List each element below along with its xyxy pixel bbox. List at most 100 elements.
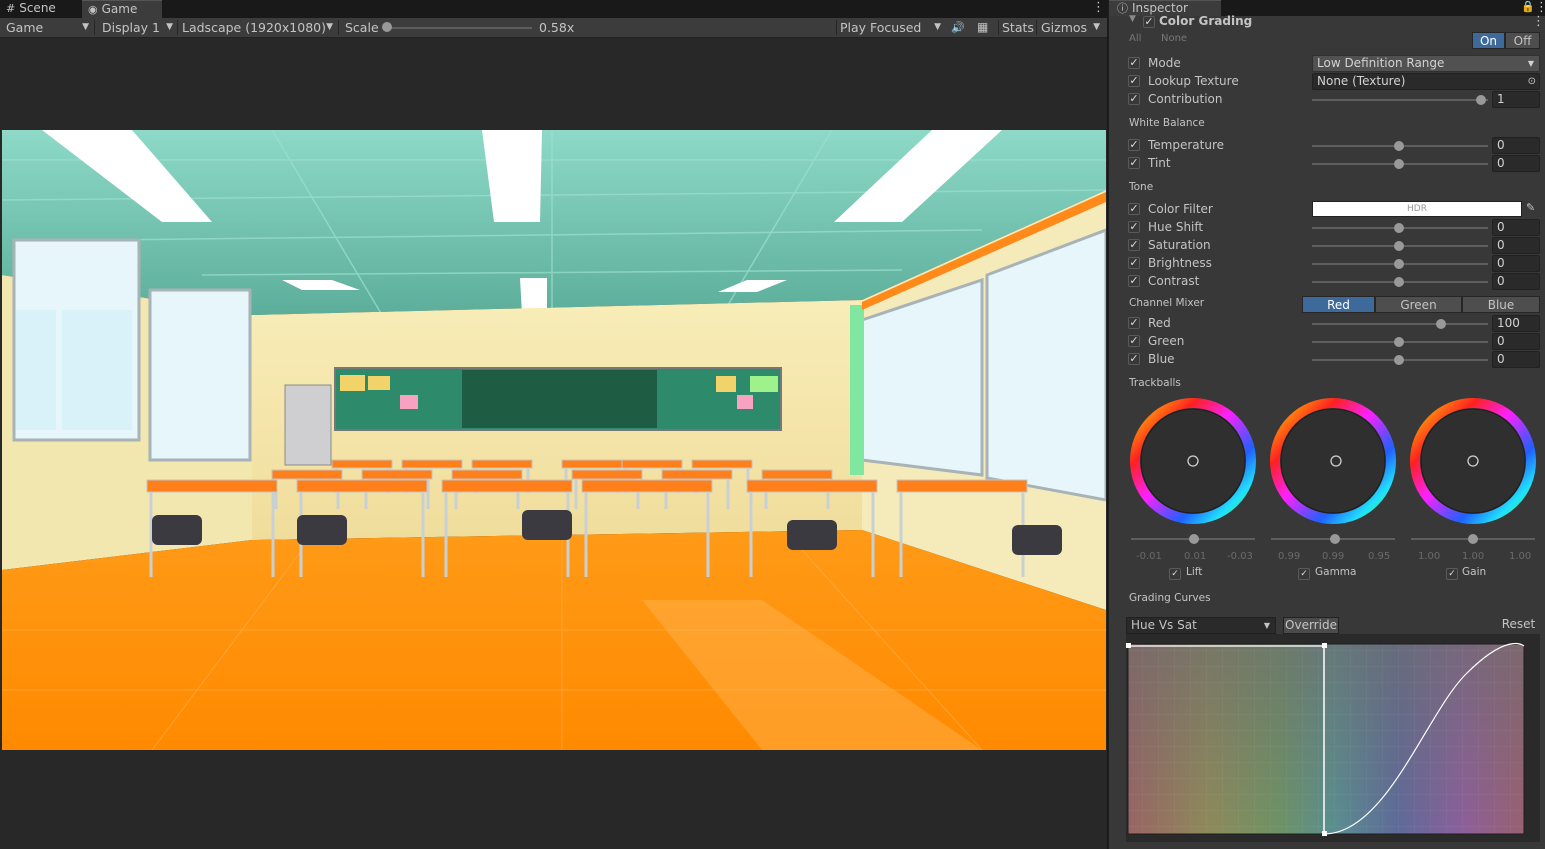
lookup-texture-label: Lookup Texture <box>1148 74 1239 88</box>
mixer-tab-green[interactable]: Green <box>1375 296 1462 313</box>
gamma-slider-handle[interactable] <box>1330 534 1340 544</box>
component-header[interactable]: ▼ ✓ Color Grading ⋮ <box>1109 14 1545 32</box>
display-dropdown[interactable]: Display 1 ▼ <box>102 18 176 37</box>
contrast-field[interactable]: 0 <box>1492 273 1540 290</box>
mixer-green-slider-handle[interactable] <box>1394 337 1404 347</box>
override-button[interactable]: Override <box>1283 617 1339 634</box>
lookup-texture-field[interactable]: None (Texture) ⊙ <box>1312 73 1540 90</box>
tint-slider-handle[interactable] <box>1394 159 1404 169</box>
mixer-red-label: Red <box>1148 316 1171 330</box>
dropdown-arrow-icon: ▼ <box>166 22 173 32</box>
temperature-override-checkbox[interactable]: ✓ <box>1128 139 1140 151</box>
temperature-slider-handle[interactable] <box>1394 141 1404 151</box>
mixer-red-field[interactable]: 100 <box>1492 315 1540 332</box>
eyedropper-icon[interactable]: ✎ <box>1526 201 1535 214</box>
off-button[interactable]: Off <box>1505 32 1540 49</box>
divider <box>1036 20 1037 35</box>
none-button[interactable]: None <box>1161 33 1187 44</box>
hue-shift-slider-handle[interactable] <box>1394 223 1404 233</box>
mode-row: ✓ Mode Low Definition Range ▼ <box>1109 54 1545 72</box>
mixer-tab-blue[interactable]: Blue <box>1462 296 1540 313</box>
mixer-blue-override-checkbox[interactable]: ✓ <box>1128 353 1140 365</box>
tint-override-checkbox[interactable]: ✓ <box>1128 157 1140 169</box>
mode-label: Mode <box>1148 56 1181 70</box>
gamma-trackball[interactable] <box>1267 395 1399 527</box>
mixer-red-override-checkbox[interactable]: ✓ <box>1128 317 1140 329</box>
tab-scene[interactable]: # Scene <box>0 0 80 18</box>
dropdown-arrow-icon: ▼ <box>82 22 89 32</box>
temperature-field[interactable]: 0 <box>1492 137 1540 154</box>
mixer-blue-row: ✓ Blue 0 <box>1109 350 1545 368</box>
color-filter-swatch[interactable]: HDR <box>1312 201 1522 217</box>
lift-value: -0.03 <box>1227 551 1253 562</box>
play-mode-dropdown[interactable]: Play Focused ▼ <box>840 18 944 37</box>
saturation-field[interactable]: 0 <box>1492 237 1540 254</box>
brightness-override-checkbox[interactable]: ✓ <box>1128 257 1140 269</box>
contribution-field[interactable]: 1 <box>1492 91 1540 108</box>
contribution-override-checkbox[interactable]: ✓ <box>1128 93 1140 105</box>
audio-mute-icon[interactable]: 🔊 <box>951 18 967 37</box>
lift-slider-handle[interactable] <box>1189 534 1199 544</box>
hue-shift-override-checkbox[interactable]: ✓ <box>1128 221 1140 233</box>
mixer-blue-field[interactable]: 0 <box>1492 351 1540 368</box>
gamma-value: 0.99 <box>1278 551 1301 562</box>
contribution-label: Contribution <box>1148 92 1223 106</box>
view-mode-dropdown[interactable]: Game ▼ <box>6 18 92 37</box>
channel-mixer-header: Channel Mixer <box>1129 297 1205 309</box>
brightness-field[interactable]: 0 <box>1492 255 1540 272</box>
component-enabled-checkbox[interactable]: ✓ <box>1143 16 1155 28</box>
stats-button[interactable]: Stats <box>1002 18 1034 37</box>
mixer-tab-red[interactable]: Red <box>1302 296 1375 313</box>
scale-slider-handle[interactable] <box>382 22 392 32</box>
component-menu-icon[interactable]: ⋮ <box>1532 14 1545 29</box>
mixer-red-slider-handle[interactable] <box>1436 319 1446 329</box>
gamma-override-checkbox[interactable]: ✓ <box>1298 568 1310 580</box>
more-menu-icon[interactable]: ⋮ <box>1092 0 1105 16</box>
lift-trackball[interactable] <box>1127 395 1259 527</box>
on-button[interactable]: On <box>1472 32 1505 49</box>
curve-select-dropdown[interactable]: Hue Vs Sat ▼ <box>1126 617 1276 634</box>
reset-curve-button[interactable]: Reset <box>1497 617 1540 634</box>
resolution-dropdown[interactable]: Ladscape (1920x1080) ▼ <box>182 18 336 37</box>
saturation-label: Saturation <box>1148 238 1211 252</box>
mixer-green-override-checkbox[interactable]: ✓ <box>1128 335 1140 347</box>
contrast-slider-handle[interactable] <box>1394 277 1404 287</box>
mixer-blue-slider-handle[interactable] <box>1394 355 1404 365</box>
lock-icon[interactable]: 🔒 <box>1521 0 1535 13</box>
gain-slider-handle[interactable] <box>1468 534 1478 544</box>
contribution-row: ✓ Contribution 1 <box>1109 90 1545 108</box>
keyboard-icon[interactable]: ▦ <box>977 18 993 37</box>
gain-label: Gain <box>1462 566 1487 578</box>
color-filter-override-checkbox[interactable]: ✓ <box>1128 203 1140 215</box>
game-viewport[interactable] <box>2 130 1106 750</box>
object-picker-icon[interactable]: ⊙ <box>1528 74 1536 89</box>
lift-value: -0.01 <box>1136 551 1162 562</box>
contribution-slider-handle[interactable] <box>1476 95 1486 105</box>
saturation-slider-handle[interactable] <box>1394 241 1404 251</box>
hue-shift-field[interactable]: 0 <box>1492 219 1540 236</box>
gizmos-dropdown[interactable]: Gizmos ▼ <box>1041 18 1103 37</box>
mixer-red-row: ✓ Red 100 <box>1109 314 1545 332</box>
gain-trackball[interactable] <box>1407 395 1539 527</box>
mixer-red-slider[interactable] <box>1312 323 1488 325</box>
lookup-override-checkbox[interactable]: ✓ <box>1128 75 1140 87</box>
mixer-green-field[interactable]: 0 <box>1492 333 1540 350</box>
lift-override-checkbox[interactable]: ✓ <box>1169 568 1181 580</box>
contrast-override-checkbox[interactable]: ✓ <box>1128 275 1140 287</box>
scale-label: Scale <box>345 20 379 35</box>
gain-value: 1.00 <box>1462 551 1485 562</box>
saturation-override-checkbox[interactable]: ✓ <box>1128 239 1140 251</box>
gain-override-checkbox[interactable]: ✓ <box>1446 568 1458 580</box>
foldout-arrow-icon[interactable]: ▼ <box>1129 14 1136 24</box>
all-button[interactable]: All <box>1129 33 1141 44</box>
tab-game[interactable]: ◉ Game <box>82 0 162 18</box>
grading-curve-editor[interactable] <box>1126 634 1540 842</box>
mode-dropdown[interactable]: Low Definition Range ▼ <box>1312 55 1540 72</box>
brightness-slider-handle[interactable] <box>1394 259 1404 269</box>
gain-value: 1.00 <box>1418 551 1441 562</box>
mode-override-checkbox[interactable]: ✓ <box>1128 57 1140 69</box>
contribution-slider[interactable] <box>1312 99 1488 101</box>
tint-field[interactable]: 0 <box>1492 155 1540 172</box>
temperature-label: Temperature <box>1148 138 1225 152</box>
scale-slider[interactable] <box>388 27 532 29</box>
